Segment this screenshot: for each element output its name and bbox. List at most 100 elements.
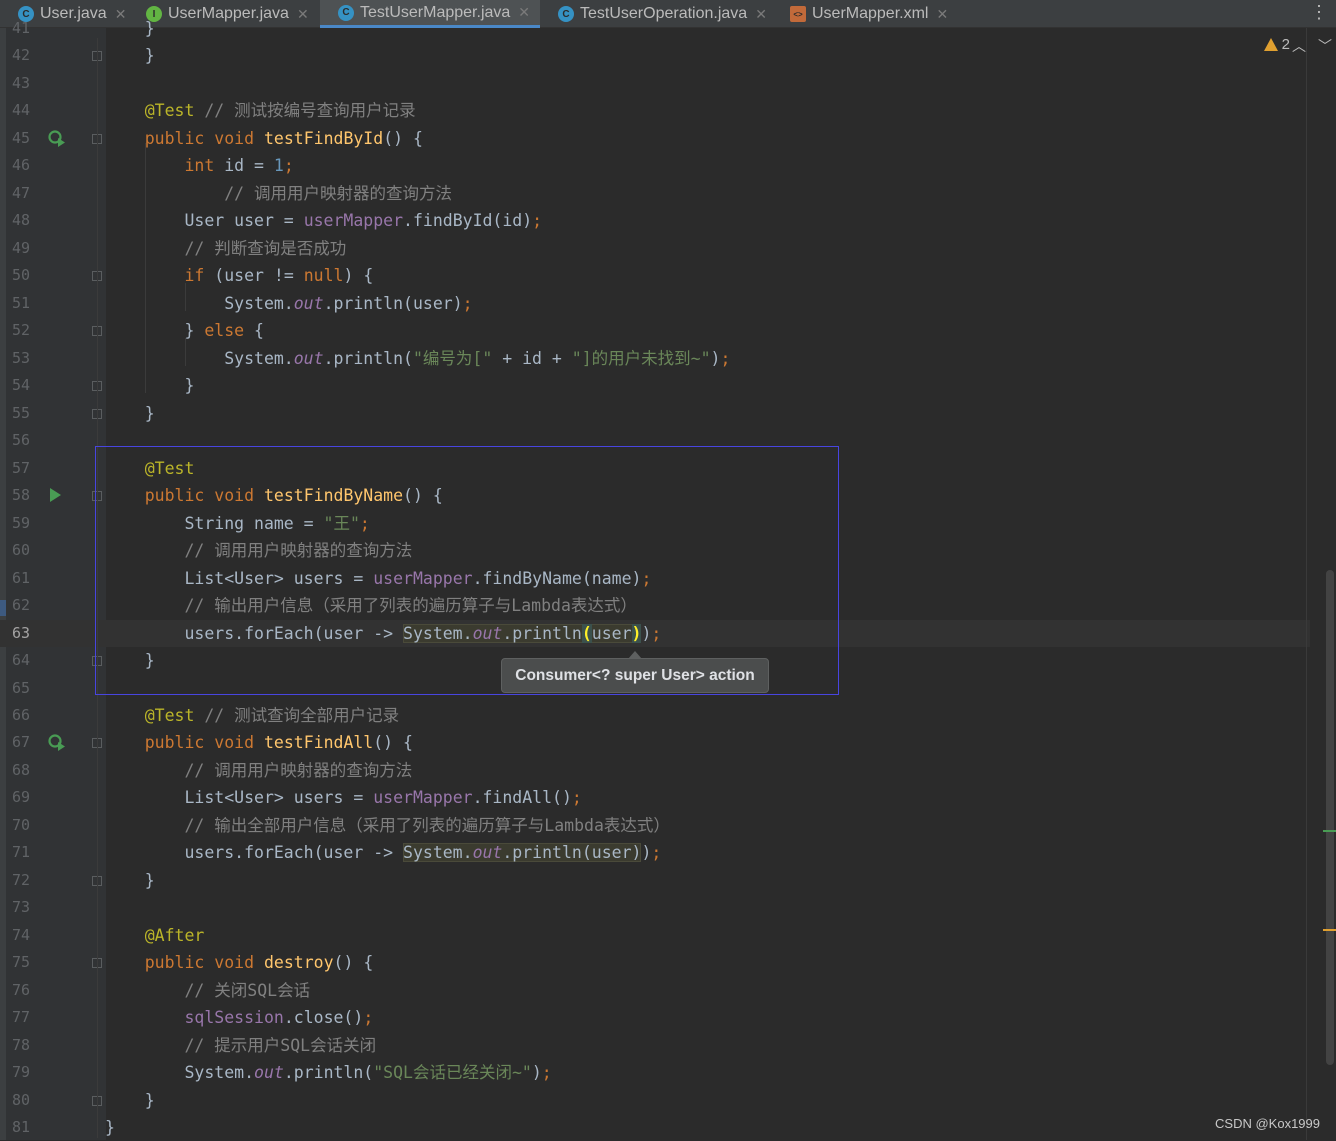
code-line[interactable]: 78 // 提示用户SQL会话关闭 [0, 1032, 1310, 1059]
vertical-scrollbar[interactable] [1326, 570, 1334, 1065]
code-line[interactable]: 66 @Test // 测试查询全部用户记录 [0, 702, 1310, 729]
code-line[interactable]: 58 public void testFindByName() { [0, 482, 1310, 509]
code-line[interactable]: 53 System.out.println("编号为[" + id + "]的用… [0, 345, 1310, 372]
line-number: 45 [12, 129, 31, 147]
line-number: 46 [12, 156, 31, 174]
code-line[interactable]: 46 int id = 1; [0, 152, 1310, 179]
code-text: int id = 1; [184, 156, 294, 175]
code-line[interactable]: 50 if (user != null) { [0, 262, 1310, 289]
code-line[interactable]: 81} [0, 1114, 1310, 1141]
code-text: public void testFindByName() { [144, 486, 443, 505]
code-text: sqlSession.close(); [184, 1008, 374, 1027]
code-line[interactable]: 49 // 判断查询是否成功 [0, 235, 1310, 262]
code-line[interactable]: 79 System.out.println("SQL会话已经关闭~"); [0, 1059, 1310, 1086]
code-line[interactable]: 74 @After [0, 922, 1310, 949]
code-text: // 输出用户信息（采用了列表的遍历算子与Lambda表达式） [184, 596, 637, 615]
parameter-info-tooltip: Consumer<? super User> action [501, 651, 769, 693]
line-number: 65 [12, 679, 31, 697]
code-line[interactable]: 54 } [0, 372, 1310, 399]
code-editor[interactable]: 41 } 42 } 43 44 @Test // 测试按编号查询用户记录 45 publ… [0, 19, 1336, 1141]
code-line[interactable]: 48 User user = userMapper.findById(id); [0, 207, 1310, 234]
test-passed-run-icon[interactable] [48, 734, 65, 751]
line-number: 50 [12, 266, 31, 284]
tooltip-text: Consumer<? super User> action [515, 666, 755, 684]
code-text: public void testFindById() { [144, 129, 423, 148]
code-line[interactable]: 44 @Test // 测试按编号查询用户记录 [0, 97, 1310, 124]
code-text: @Test // 测试查询全部用户记录 [144, 706, 400, 725]
warning-marker[interactable] [1323, 929, 1336, 931]
code-line[interactable]: 52 } else { [0, 317, 1310, 344]
code-text: System.out.println("编号为[" + id + "]的用户未找… [105, 349, 731, 368]
code-line[interactable]: 72 } [0, 867, 1310, 894]
code-line[interactable]: 80 } [0, 1087, 1310, 1114]
code-line[interactable]: 69 List<User> users = userMapper.findAll… [0, 784, 1310, 811]
code-text: @Test [144, 459, 195, 478]
indent-guide [185, 283, 186, 311]
code-line[interactable]: 45 public void testFindById() { [0, 125, 1310, 152]
code-text: } [105, 1118, 115, 1137]
code-text: // 调用用户映射器的查询方法 [224, 184, 453, 203]
code-line[interactable]: 76 // 关闭SQL会话 [0, 977, 1310, 1004]
code-line[interactable]: 43 [0, 70, 1310, 97]
line-number: 59 [12, 514, 31, 532]
code-text: System.out.println(user); [105, 294, 473, 313]
line-number: 71 [12, 843, 31, 861]
more-tabs-icon[interactable]: ⋮ [1310, 2, 1328, 23]
next-highlight-icon[interactable]: ﹀ [1318, 36, 1332, 56]
code-line[interactable]: 63 users.forEach(user -> System.out.prin… [0, 620, 1310, 647]
code-line[interactable]: 47 // 调用用户映射器的查询方法 [0, 180, 1310, 207]
code-line[interactable]: 70 // 输出全部用户信息（采用了列表的遍历算子与Lambda表达式） [0, 812, 1310, 839]
line-number: 62 [12, 596, 31, 614]
code-line[interactable]: 73 [0, 894, 1310, 921]
code-line[interactable]: 62 // 输出用户信息（采用了列表的遍历算子与Lambda表达式） [0, 592, 1310, 619]
code-text: // 提示用户SQL会话关闭 [184, 1036, 377, 1055]
code-line[interactable]: 42 } [0, 42, 1310, 69]
code-text: public void testFindAll() { [144, 733, 413, 752]
code-text: users.forEach(user -> System.out.println… [105, 843, 662, 862]
run-test-icon[interactable] [50, 488, 61, 502]
previous-highlight-icon[interactable]: ︿ [1292, 36, 1306, 56]
code-line[interactable]: 51 System.out.println(user); [0, 290, 1310, 317]
code-line[interactable]: 55 } [0, 400, 1310, 427]
indent-guide [145, 143, 146, 393]
code-text: System.out.println("SQL会话已经关闭~"); [105, 1063, 552, 1082]
code-line[interactable]: 61 List<User> users = userMapper.findByN… [0, 565, 1310, 592]
line-number: 80 [12, 1091, 31, 1109]
code-line[interactable]: 41 } [0, 15, 1310, 42]
watermark: CSDN @Kox1999 [1215, 1116, 1320, 1131]
code-text: @After [144, 926, 205, 945]
code-line[interactable]: 71 users.forEach(user -> System.out.prin… [0, 839, 1310, 866]
line-number: 72 [12, 871, 31, 889]
inspection-widget[interactable]: 2 [1263, 36, 1290, 53]
code-text: @Test // 测试按编号查询用户记录 [144, 101, 416, 120]
test-passed-run-icon[interactable] [48, 130, 65, 147]
code-text: String name = "王"; [105, 514, 370, 533]
code-line[interactable]: 57 @Test [0, 455, 1310, 482]
warning-count: 2 [1281, 36, 1290, 53]
line-number: 47 [12, 184, 31, 202]
indent-guide [185, 338, 186, 366]
code-line[interactable]: 75 public void destroy() { [0, 949, 1310, 976]
line-number: 42 [12, 46, 31, 64]
code-text: // 判断查询是否成功 [184, 239, 347, 258]
line-number: 51 [12, 294, 31, 312]
code-line[interactable]: 59 String name = "王"; [0, 510, 1310, 537]
line-number: 66 [12, 706, 31, 724]
code-text: } [105, 19, 155, 38]
code-text: } [105, 871, 155, 890]
code-line[interactable]: 56 [0, 427, 1310, 454]
change-marker[interactable] [1323, 830, 1336, 832]
line-number: 44 [12, 101, 31, 119]
indent-guide [97, 38, 98, 1138]
right-margin-line [1306, 28, 1307, 1140]
code-line[interactable]: 77 sqlSession.close(); [0, 1004, 1310, 1031]
line-number: 75 [12, 953, 31, 971]
code-text: // 输出全部用户信息（采用了列表的遍历算子与Lambda表达式） [184, 816, 670, 835]
line-number: 41 [12, 19, 31, 37]
code-text: } [105, 376, 195, 395]
code-text: } [105, 46, 155, 65]
code-line[interactable]: 67 public void testFindAll() { [0, 729, 1310, 756]
code-line[interactable]: 60 // 调用用户映射器的查询方法 [0, 537, 1310, 564]
line-number: 69 [12, 788, 31, 806]
code-line[interactable]: 68 // 调用用户映射器的查询方法 [0, 757, 1310, 784]
